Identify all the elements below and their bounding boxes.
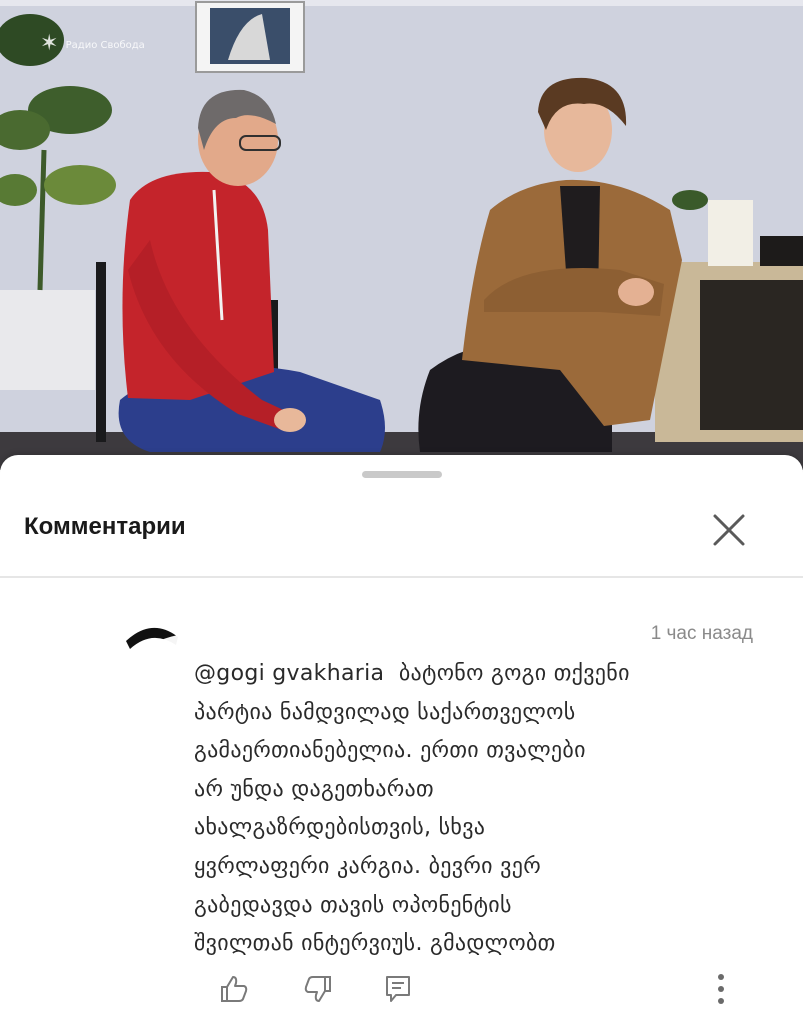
comment-line-3: გამაერთიანებელია. ერთი თვალები xyxy=(194,738,586,764)
comment-line-2: პარტია ნამდვილად საქართველოს xyxy=(194,699,576,725)
comment-mention[interactable]: @gogi gvakharia xyxy=(194,661,384,686)
close-icon xyxy=(713,514,745,546)
watermark-text: Радио Свобода xyxy=(65,40,145,51)
comments-title: Комментарии xyxy=(24,513,186,540)
drag-handle[interactable] xyxy=(362,471,442,478)
comment-line-4: არ უნდა დაგეთხარათ xyxy=(194,776,434,802)
comment-line-1-text: ბატონო გოგი თქვენი xyxy=(398,661,630,686)
comment-line-6: ყვრლაფერი კარგია. ბევრი ვერ xyxy=(194,853,542,879)
close-button[interactable] xyxy=(706,507,752,553)
comments-sheet: Комментарии 1 час назад @gogi gvakharia … xyxy=(0,455,803,1024)
reply-icon xyxy=(386,976,410,1002)
video-frame-illustration xyxy=(0,0,803,470)
video-player[interactable]: ✶ Радио Свобода xyxy=(0,0,803,470)
channel-watermark: ✶ Радио Свобода xyxy=(40,31,145,56)
more-vert-icon xyxy=(718,974,724,1004)
like-button[interactable] xyxy=(218,973,250,1005)
comment-line-1: @gogi gvakharia ბატონო გოგი თქვენი xyxy=(194,655,774,694)
comment-timestamp: 1 час назад xyxy=(650,623,753,644)
watermark-logo-icon: ✶ xyxy=(40,31,59,56)
comment-line-8: შვილთან ინტერვიუს. გმადლობთ xyxy=(194,931,556,957)
more-options-button[interactable] xyxy=(706,969,736,1009)
dislike-button[interactable] xyxy=(302,973,334,1005)
dislike-icon xyxy=(304,976,331,1002)
comment-line-5: ახალგაზრდებისთვის, სხვა xyxy=(194,815,486,841)
reply-button[interactable] xyxy=(382,973,414,1005)
comment-line-7: გაბედავდა თავის ოპონენტის xyxy=(194,892,512,918)
like-icon xyxy=(221,976,248,1002)
header-divider xyxy=(0,576,803,578)
comment-text: @gogi gvakharia ბატონო გოგი თქვენი პარტი… xyxy=(194,655,774,964)
